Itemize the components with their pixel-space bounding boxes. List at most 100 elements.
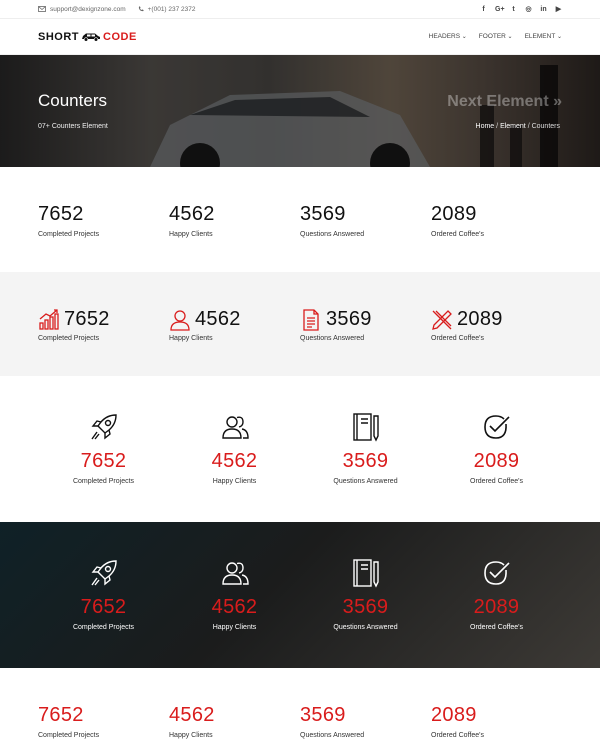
counter-label: Ordered Coffee's [431, 732, 484, 739]
email-text: support@dexignzone.com [50, 5, 126, 13]
logo[interactable]: SHORT CODE [38, 31, 137, 43]
counter-value: 4562 [195, 308, 241, 330]
pencil-ruler-icon [432, 309, 452, 330]
counter-value: 4562 [169, 203, 215, 225]
users-icon [221, 562, 249, 585]
counter-item: 4562 Happy Clients [169, 412, 300, 485]
menu-item-headers[interactable]: HEADERS [429, 33, 467, 40]
counter-value: 2089 [473, 450, 520, 472]
counter-label: Happy Clients [169, 335, 213, 342]
counter-item: 7652 Completed Projects [38, 308, 169, 342]
counter-value: 7652 [38, 203, 84, 225]
breadcrumb-home[interactable]: Home [476, 123, 495, 130]
logo-text-short: SHORT [38, 30, 79, 43]
counter-item: 4562 Happy Clients [169, 704, 300, 739]
breadcrumb-element[interactable]: Element [500, 123, 526, 130]
check-badge-icon [483, 415, 510, 439]
users-icon [221, 416, 249, 439]
counter-item: 3569 Questions Answered [300, 203, 431, 238]
counters-style-4-dark: 7652 Completed Projects 4562 Happy Clien… [0, 522, 600, 668]
google-plus-icon[interactable]: G+ [495, 6, 505, 13]
counter-label: Questions Answered [300, 732, 365, 739]
menu: HEADERS FOOTER ELEMENT [429, 33, 562, 40]
page-banner: Counters 07+ Counters Element Next Eleme… [0, 55, 600, 167]
page-title: Counters [38, 91, 107, 110]
counter-value: 4562 [211, 596, 258, 618]
counter-item: 2089 Ordered Coffee's [431, 203, 562, 238]
counter-label: Questions Answered [300, 231, 365, 238]
counter-label: Happy Clients [212, 478, 257, 485]
counter-item: 3569 Questions Answered [300, 412, 431, 485]
counter-item: 3569 Questions Answered [300, 308, 431, 342]
counter-value: 3569 [342, 450, 389, 472]
instagram-icon[interactable]: ◎ [525, 5, 532, 13]
counters-style-2: 7652 Completed Projects 4562 Happy Clien… [0, 272, 600, 376]
counter-label: Ordered Coffee's [431, 231, 484, 238]
document-icon [303, 308, 319, 331]
counter-item: 2089 Ordered Coffee's [431, 412, 562, 485]
counter-value: 7652 [38, 704, 84, 726]
phone-contact[interactable]: +(001) 237 2372 [138, 6, 196, 13]
counter-label: Happy Clients [169, 231, 213, 238]
menu-item-element[interactable]: ELEMENT [525, 33, 562, 40]
counter-item: 2089 Ordered Coffee's [431, 704, 562, 739]
check-badge-icon [483, 561, 510, 585]
banner-overlay [0, 55, 600, 167]
rocket-icon [90, 560, 117, 586]
counter-value: 2089 [431, 704, 477, 726]
counter-value: 3569 [300, 203, 346, 225]
counter-item: 3569 Questions Answered [300, 558, 431, 631]
page-subtitle: 07+ Counters Element [38, 123, 108, 130]
counter-value: 7652 [80, 596, 127, 618]
counter-label: Completed Projects [38, 732, 100, 739]
phone-icon [138, 6, 144, 12]
counter-label: Ordered Coffee's [470, 478, 523, 485]
counters-style-1: 7652 Completed Projects 4562 Happy Clien… [0, 167, 600, 272]
counter-item: 7652 Completed Projects [38, 203, 169, 238]
counter-label: Ordered Coffee's [470, 624, 523, 631]
counter-item: 3569 Questions Answered [300, 704, 431, 739]
counter-label: Happy Clients [169, 732, 213, 739]
counter-item: 4562 Happy Clients [169, 308, 300, 342]
counter-item: 4562 Happy Clients [169, 203, 300, 238]
counter-item: 2089 Ordered Coffee's [431, 308, 562, 342]
phone-text: +(001) 237 2372 [147, 5, 196, 13]
counters-style-5: 7652 Completed Projects 4562 Happy Clien… [0, 668, 600, 742]
linkedin-icon[interactable]: in [540, 6, 547, 13]
twitter-icon[interactable]: t [510, 6, 517, 13]
top-bar: support@dexignzone.com +(001) 237 2372 f… [0, 0, 600, 19]
counter-value: 2089 [431, 203, 477, 225]
counter-label: Completed Projects [72, 624, 135, 631]
counter-item: 4562 Happy Clients [169, 558, 300, 631]
counter-value: 4562 [169, 704, 215, 726]
counter-label: Completed Projects [72, 478, 135, 485]
counter-item: 7652 Completed Projects [38, 558, 169, 631]
facebook-icon[interactable]: f [480, 6, 487, 13]
counter-label: Questions Answered [300, 335, 365, 342]
counter-label: Completed Projects [38, 335, 100, 342]
notebook-icon [352, 413, 379, 442]
counter-value: 3569 [342, 596, 389, 618]
user-icon [170, 309, 190, 331]
chart-icon [39, 308, 59, 330]
envelope-icon [38, 6, 46, 12]
main-navigation: SHORT CODE HEADERS FOOTER ELEMENT [0, 19, 600, 55]
counter-value: 2089 [473, 596, 520, 618]
counters-style-3: 7652 Completed Projects 4562 Happy Clien… [0, 376, 600, 522]
counter-value: 3569 [326, 308, 372, 330]
youtube-icon[interactable]: ▶ [555, 5, 562, 13]
notebook-icon [352, 559, 379, 588]
next-element-link[interactable]: Next Element » [447, 93, 562, 111]
rocket-icon [90, 414, 117, 440]
social-links: f G+ t ◎ in ▶ [480, 5, 562, 14]
counter-label: Happy Clients [212, 624, 257, 631]
menu-item-footer[interactable]: FOOTER [479, 33, 513, 40]
counter-value: 7652 [64, 308, 110, 330]
counter-item: 2089 Ordered Coffee's [431, 558, 562, 631]
breadcrumb: Home / Element / Counters [475, 123, 560, 130]
email-contact[interactable]: support@dexignzone.com [38, 6, 126, 13]
counter-value: 3569 [300, 704, 346, 726]
counter-label: Ordered Coffee's [431, 335, 484, 342]
logo-text-code: CODE [103, 30, 137, 43]
counter-value: 2089 [457, 308, 503, 330]
